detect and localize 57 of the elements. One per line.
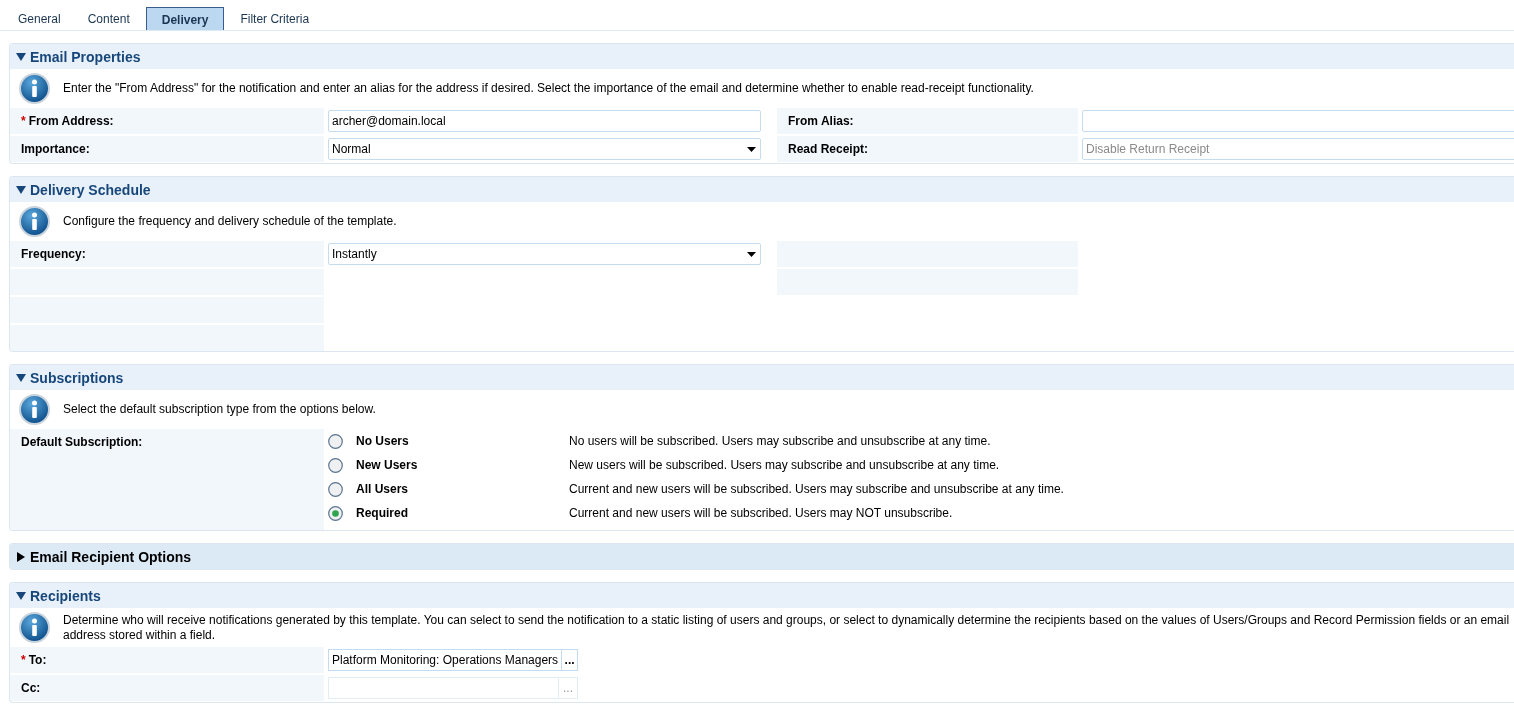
section-header[interactable]: Recipients bbox=[10, 583, 1514, 608]
browse-button[interactable]: ... bbox=[561, 650, 577, 670]
picker-field[interactable]: Platform Monitoring: Operations Managers ... bbox=[328, 649, 578, 671]
label-text: From Alias: bbox=[788, 114, 854, 128]
label-text: To: bbox=[28, 653, 47, 667]
info-icon bbox=[19, 73, 50, 104]
section-header[interactable]: Email Recipient Options bbox=[10, 544, 1514, 569]
section-title: Delivery Schedule bbox=[30, 181, 151, 198]
section-header[interactable]: Email Properties bbox=[10, 44, 1514, 69]
expanded-triangle-icon bbox=[16, 590, 26, 601]
option-description: No users will be subscribed. Users may subscribe and unsubscribe at any time. bbox=[569, 434, 992, 448]
text-field[interactable] bbox=[1082, 110, 1514, 132]
info-text: Configure the frequency and delivery schedule of the template. bbox=[63, 214, 398, 229]
info-icon bbox=[19, 612, 50, 643]
info-icon bbox=[19, 206, 50, 237]
tab[interactable]: Delivery bbox=[145, 7, 225, 30]
info-text: Determine who will receive notifications generated by this template. You can select to send the notification to a static listing of users and groups, or select to dynamically determine the recipients based on the values of Users/Groups and Record Permission fields or an email address stored within a field. bbox=[63, 612, 1511, 643]
radio-label: New Users bbox=[356, 458, 419, 472]
section-header[interactable]: Subscriptions bbox=[10, 365, 1514, 390]
radio-label: Required bbox=[356, 506, 409, 520]
expanded-triangle-icon bbox=[16, 51, 26, 62]
section-header[interactable]: Delivery Schedule bbox=[10, 177, 1514, 202]
option-description: Current and new users will be subscribed. Users may subscribe and unsubscribe at any time. bbox=[569, 482, 1065, 496]
section-title: Subscriptions bbox=[30, 369, 124, 386]
field-label: Default Subscription: bbox=[10, 429, 324, 530]
dropdown-caret-icon bbox=[747, 251, 756, 257]
tab[interactable]: Content bbox=[76, 5, 141, 30]
section-title: Email Recipient Options bbox=[30, 548, 192, 565]
radio-label: All Users bbox=[356, 482, 410, 496]
radio-label: No Users bbox=[356, 434, 410, 448]
label-text: Importance: bbox=[21, 142, 90, 156]
collapsed-triangle-icon bbox=[16, 551, 26, 562]
section-title: Email Properties bbox=[30, 48, 141, 65]
expanded-triangle-icon bbox=[16, 184, 26, 195]
tab[interactable]: General bbox=[7, 5, 72, 30]
info-icon bbox=[19, 394, 50, 425]
section-title: Recipients bbox=[30, 587, 101, 604]
option-description: Current and new users will be subscribed. Users may NOT unsubscribe. bbox=[569, 506, 954, 520]
required-asterisk: * bbox=[21, 653, 26, 667]
info-text: Enter the "From Address" for the notification and enter an alias for the address if desired. Select the importance of the email and determine whether to enable read-receipt functionality. bbox=[63, 81, 1035, 96]
text-field[interactable]: archer@domain.local bbox=[328, 110, 761, 132]
info-text: Select the default subscription type from the options below. bbox=[63, 402, 377, 417]
tab[interactable]: Filter Criteria bbox=[229, 5, 321, 30]
label-text: Cc: bbox=[21, 681, 41, 695]
expanded-triangle-icon bbox=[16, 372, 26, 383]
dropdown[interactable]: Normal bbox=[328, 138, 761, 160]
option-description: New users will be subscribed. Users may subscribe and unsubscribe at any time. bbox=[569, 458, 1001, 472]
label-text: Read Receipt: bbox=[788, 142, 869, 156]
dropdown[interactable]: Instantly bbox=[328, 243, 761, 265]
dropdown-caret-icon bbox=[747, 146, 756, 152]
radio-button[interactable] bbox=[328, 505, 343, 521]
radio-button[interactable] bbox=[328, 433, 343, 449]
radio-button[interactable] bbox=[328, 481, 343, 497]
label-text: Frequency: bbox=[21, 247, 86, 261]
radio-button[interactable] bbox=[328, 457, 343, 473]
label-text: From Address: bbox=[28, 114, 114, 128]
required-asterisk: * bbox=[21, 114, 26, 128]
